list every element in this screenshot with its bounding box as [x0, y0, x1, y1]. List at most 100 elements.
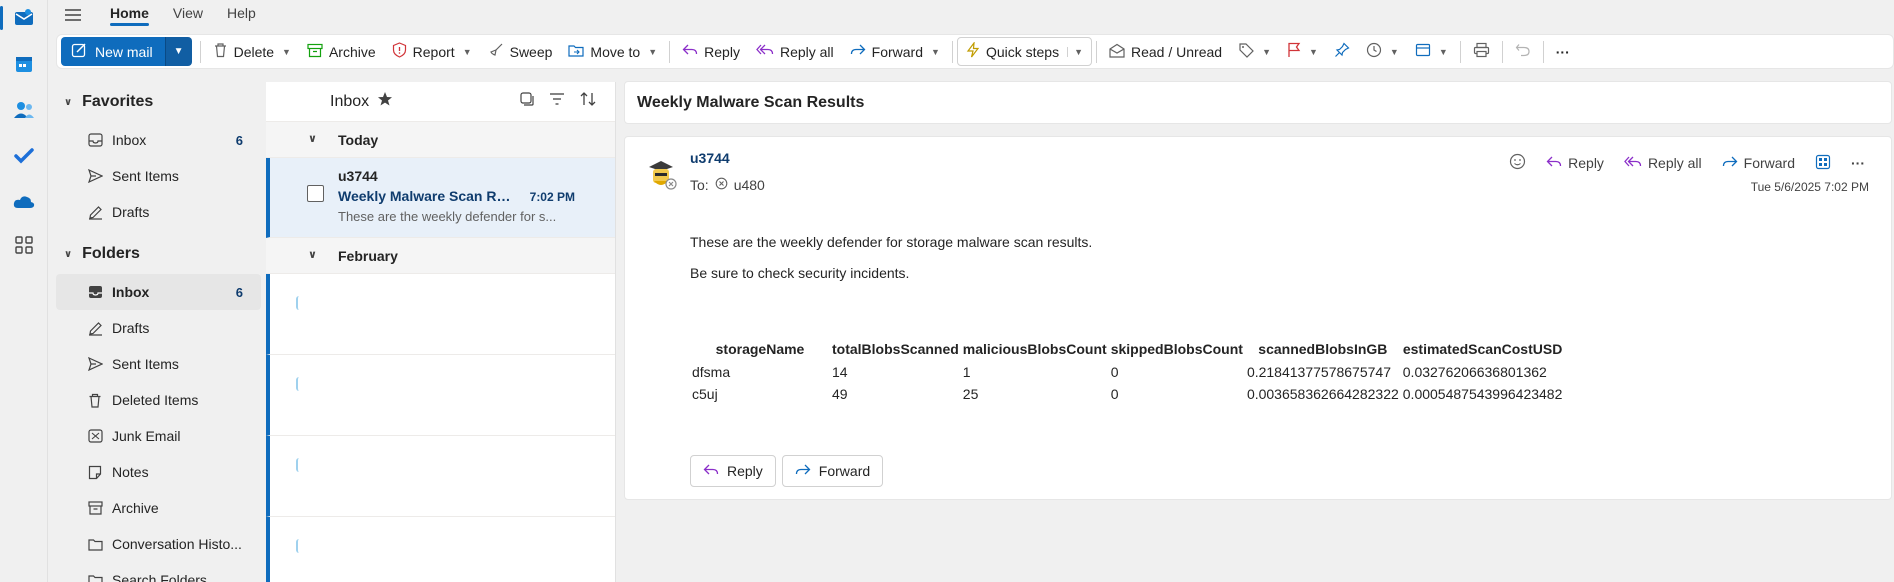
favorite-item-inbox[interactable]: Inbox 6 [56, 122, 261, 158]
favorites-header[interactable]: ∨ Favorites [56, 82, 261, 122]
folders-header[interactable]: ∨ Folders [56, 234, 261, 274]
clock-icon [1366, 42, 1382, 61]
message-select-checkbox[interactable] [307, 185, 324, 202]
folder-item-deleted-items[interactable]: Deleted Items [56, 382, 261, 418]
reply-button[interactable]: Reply [674, 37, 748, 66]
folder-pane: ∨ Favorites Inbox 6 Sent Items Drafts ∨ … [56, 82, 261, 582]
archive-button[interactable]: Archive [299, 37, 384, 66]
loading-indicator [296, 539, 302, 553]
hamburger-menu-icon[interactable] [48, 0, 98, 30]
react-button[interactable] [1501, 149, 1534, 177]
apps-button[interactable] [1807, 150, 1839, 177]
group-header-february[interactable]: ∨ February [266, 238, 615, 274]
ribbon-toolbar: New mail ▼ Delete ▼ Archive Report ▼ Swe… [56, 34, 1894, 69]
forward-button-header[interactable]: Forward [1714, 151, 1803, 176]
new-mail-dropdown-button[interactable]: ▼ [164, 37, 192, 66]
snooze-button[interactable]: ▼ [1358, 37, 1407, 66]
calendar-app-icon[interactable] [12, 52, 36, 76]
move-to-button[interactable]: Move to ▼ [560, 37, 665, 66]
rules-button[interactable]: ▼ [1407, 37, 1456, 66]
more-icon: ··· [1555, 43, 1570, 60]
folder-item-junk-email[interactable]: Junk Email [56, 418, 261, 454]
report-button[interactable]: Report ▼ [384, 37, 480, 66]
folder-item-sent-items[interactable]: Sent Items [56, 346, 261, 382]
folder-item-conversation-history[interactable]: Conversation Histo... [56, 526, 261, 562]
sweep-button[interactable]: Sweep [480, 37, 561, 66]
print-button[interactable] [1465, 37, 1498, 66]
folder-label: Sent Items [112, 356, 179, 372]
inbox-icon [86, 133, 104, 147]
message-item-placeholder[interactable] [266, 274, 615, 355]
tab-help[interactable]: Help [215, 0, 268, 30]
reply-button-footer[interactable]: Reply [690, 455, 776, 487]
ribbon-divider [1501, 40, 1503, 63]
message-time: 7:02 PM [529, 190, 575, 204]
forward-button-footer[interactable]: Forward [781, 455, 884, 487]
inbox-icon [86, 285, 104, 299]
onedrive-app-icon[interactable] [12, 190, 36, 214]
reply-icon [1546, 155, 1562, 172]
reply-all-label: Reply all [1647, 155, 1702, 171]
folder-item-search-folders[interactable]: Search Folders [56, 562, 261, 582]
reply-all-button[interactable]: Reply all [748, 37, 842, 66]
loading-indicator [296, 296, 302, 310]
reply-button-header[interactable]: Reply [1538, 151, 1612, 176]
more-icon: ··· [1851, 155, 1865, 171]
categorize-button[interactable]: ▼ [1230, 37, 1279, 66]
more-apps-icon[interactable] [12, 233, 36, 257]
undo-button[interactable] [1507, 37, 1539, 66]
folder-item-inbox[interactable]: Inbox 6 [56, 274, 261, 310]
mail-app-icon[interactable] [12, 6, 36, 30]
folder-item-archive[interactable]: Archive [56, 490, 261, 526]
reply-all-button-header[interactable]: Reply all [1616, 151, 1710, 176]
chevron-down-icon: ▼ [1308, 46, 1318, 57]
table-cell: 0.003658362664282322 [1246, 386, 1399, 402]
favorite-item-drafts[interactable]: Drafts [56, 194, 261, 230]
folder-item-drafts[interactable]: Drafts [56, 310, 261, 346]
group-header-today[interactable]: ∨ Today [266, 122, 615, 158]
avatar[interactable] [643, 155, 679, 191]
new-mail-button[interactable]: New mail [61, 37, 165, 66]
smiley-icon [1509, 153, 1526, 173]
note-icon [86, 465, 104, 480]
more-actions-button[interactable]: ··· [1843, 151, 1873, 175]
trash-icon [86, 393, 104, 408]
select-mode-icon[interactable] [519, 91, 535, 112]
reply-all-label: Reply all [779, 43, 834, 60]
forward-button[interactable]: Forward ▼ [842, 37, 948, 66]
ribbon-divider [951, 40, 953, 63]
table-cell: 1 [962, 364, 971, 380]
delete-button[interactable]: Delete ▼ [205, 37, 299, 66]
recipients-line: To: u480 [690, 177, 765, 193]
people-app-icon[interactable] [12, 98, 36, 122]
reply-all-icon [756, 43, 774, 60]
read-unread-button[interactable]: Read / Unread [1101, 37, 1230, 66]
quick-steps-button[interactable]: Quick steps ▼ [956, 37, 1092, 66]
sender-name[interactable]: u3744 [690, 150, 730, 166]
more-options-button[interactable]: ··· [1548, 37, 1578, 66]
filter-icon[interactable] [549, 92, 565, 111]
tab-home[interactable]: Home [98, 0, 161, 30]
quick-steps-label: Quick steps [985, 43, 1060, 60]
message-item-placeholder[interactable] [266, 517, 615, 582]
pin-button[interactable] [1326, 37, 1358, 66]
flag-button[interactable]: ▼ [1279, 37, 1326, 66]
unread-count: 6 [235, 284, 243, 300]
to-label: To: [690, 177, 709, 193]
sort-icon[interactable] [579, 91, 597, 112]
message-item-placeholder[interactable] [266, 436, 615, 517]
report-label: Report [412, 43, 455, 60]
message-item-placeholder[interactable] [266, 355, 615, 436]
star-icon[interactable] [377, 91, 393, 112]
favorite-item-sent-items[interactable]: Sent Items [56, 158, 261, 194]
message-item[interactable]: u3744 Weekly Malware Scan Re... 7:02 PM … [266, 158, 615, 238]
folder-item-notes[interactable]: Notes [56, 454, 261, 490]
chevron-down-icon: ∨ [64, 96, 73, 108]
loading-indicator [296, 377, 302, 391]
tab-view[interactable]: View [161, 0, 215, 30]
todo-app-icon[interactable] [12, 144, 36, 168]
recipient-name[interactable]: u480 [734, 177, 765, 193]
reply-icon [682, 43, 698, 60]
forward-label: Forward [818, 463, 871, 479]
top-nav: Home View Help [48, 0, 1894, 30]
